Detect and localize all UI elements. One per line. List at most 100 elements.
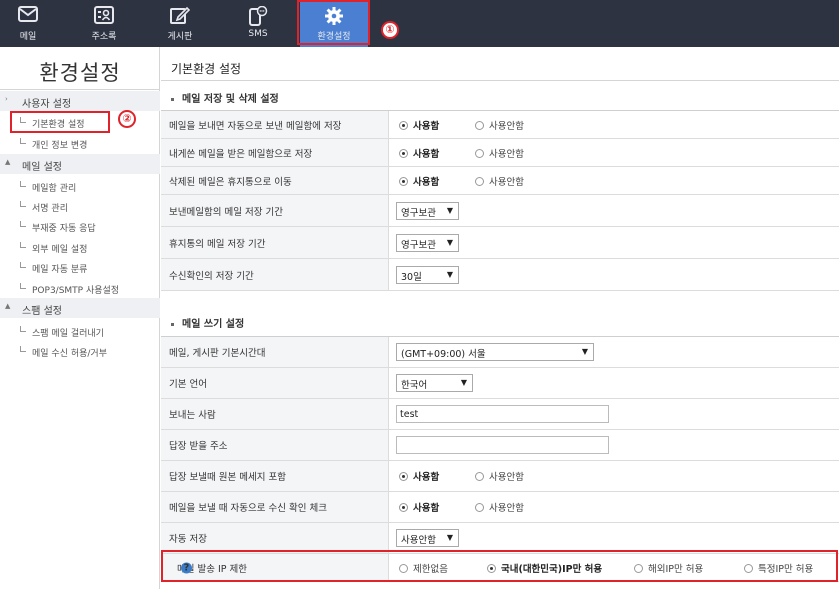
setting-label: 내게쓴 메일을 받은 메일함으로 저장 xyxy=(169,148,313,160)
sidebar-item-label: 기본환경 설정 xyxy=(32,120,85,130)
setting-row: 메일을 보낼 때 자동으로 수신 확인 체크 사용함 사용안함 xyxy=(161,492,839,523)
radio-not-use[interactable]: 사용안함 xyxy=(475,469,524,483)
sidebar-item-label: 부재중 자동 응답 xyxy=(32,224,96,234)
sidebar-item-signature[interactable]: 서명 관리 xyxy=(20,198,158,216)
radio-use[interactable]: 사용함 xyxy=(399,469,439,483)
radio-specific-ip[interactable]: 특정IP만 허용 xyxy=(744,561,813,575)
sidebar-item-label: 개인 정보 변경 xyxy=(32,141,88,151)
radio-use[interactable]: 사용함 xyxy=(399,146,439,160)
nav-mail[interactable]: 메일 xyxy=(0,0,56,47)
setting-row: 답장 받을 주소 xyxy=(161,430,839,461)
sidebar-item-spam-filter[interactable]: 스팸 메일 걸러내기 xyxy=(20,323,158,341)
sidebar-item-label: POP3/SMTP 사용설정 xyxy=(32,286,120,296)
sidebar-item-external-mail[interactable]: 외부 메일 설정 xyxy=(20,239,158,257)
radio-unchecked-icon xyxy=(475,176,484,186)
radio-unchecked-icon xyxy=(475,503,484,512)
radio-label: 사용안함 xyxy=(489,472,524,483)
bullet-icon xyxy=(171,322,174,326)
setting-row: 수신확인의 저장 기간 30일 ▼ xyxy=(161,259,839,291)
radio-not-use[interactable]: 사용안함 xyxy=(475,146,524,160)
nav-board[interactable]: 게시판 xyxy=(152,0,208,47)
tree-line-icon xyxy=(20,346,26,352)
radio-no-limit[interactable]: 제한없음 xyxy=(399,561,448,575)
help-icon[interactable]: ? xyxy=(181,562,192,573)
sidebar-item-personal-info[interactable]: 개인 정보 변경 xyxy=(20,135,158,153)
setting-label-cell: 메일 발송 IP 제한? xyxy=(161,554,389,581)
nav-mail-label: 메일 xyxy=(19,32,37,42)
caret-down-icon: ▼ xyxy=(446,205,453,215)
nav-settings[interactable]: 환경설정 xyxy=(300,0,368,47)
setting-row: 자동 저장 사용안함 ▼ xyxy=(161,523,839,554)
timezone-select[interactable]: (GMT+09:00) 서울 ▼ xyxy=(396,343,594,361)
setting-label: 기본 언어 xyxy=(169,379,207,390)
select-value: (GMT+09:00) 서울 xyxy=(401,349,486,360)
edit-board-icon xyxy=(170,6,190,24)
select-value: 영구보관 xyxy=(401,207,436,219)
sidebar-item-auto-sort[interactable]: 메일 자동 분류 xyxy=(20,259,158,277)
language-select[interactable]: 한국어 ▼ xyxy=(396,374,473,392)
radio-not-use[interactable]: 사용안함 xyxy=(475,118,524,132)
radio-label: 사용안함 xyxy=(489,120,524,132)
radio-overseas-ip[interactable]: 해외IP만 허용 xyxy=(634,561,703,575)
sidebar-item-label: 메일함 관리 xyxy=(32,184,77,194)
radio-unchecked-icon xyxy=(475,148,484,158)
bullet-icon xyxy=(171,97,174,101)
setting-label: 보낸메일함의 메일 저장 기간 xyxy=(169,206,283,218)
select-value: 한국어 xyxy=(401,380,428,391)
radio-label: 사용안함 xyxy=(489,503,524,514)
radio-label: 제한없음 xyxy=(413,563,448,575)
setting-label-cell: 보내는 사람 xyxy=(161,399,389,429)
setting-label: 답장 보낼때 원본 메세지 포함 xyxy=(169,472,286,483)
setting-label-cell: 메일을 보내면 자동으로 보낸 메일함에 저장 xyxy=(161,111,389,138)
radio-not-use[interactable]: 사용안함 xyxy=(475,174,524,188)
page-title: 기본환경 설정 xyxy=(171,62,242,76)
sidebar-group-spam[interactable]: ▲ 스팸 설정 xyxy=(0,298,160,318)
radio-checked-icon xyxy=(399,472,408,481)
setting-row: 메일, 게시판 기본시간대 (GMT+09:00) 서울 ▼ xyxy=(161,337,839,368)
radio-label: 사용함 xyxy=(413,120,440,132)
sidebar-group-label: 메일 설정 xyxy=(22,162,62,173)
setting-row: 보낸메일함의 메일 저장 기간 영구보관 ▼ xyxy=(161,195,839,227)
setting-row: 내게쓴 메일을 받은 메일함으로 저장 사용함 사용안함 xyxy=(161,139,839,167)
nav-address-book[interactable]: 주소록 xyxy=(76,0,132,47)
radio-use[interactable]: 사용함 xyxy=(399,174,439,188)
radio-label: 사용안함 xyxy=(489,148,524,160)
sent-retention-select[interactable]: 영구보관 ▼ xyxy=(396,201,459,220)
setting-label: 보내는 사람 xyxy=(169,410,216,421)
select-value: 30일 xyxy=(401,271,422,283)
radio-domestic-ip[interactable]: 국내(대한민국)IP만 허용 xyxy=(487,561,602,575)
sidebar-group-user[interactable]: › 사용자 설정 xyxy=(0,91,160,111)
setting-label: 자동 저장 xyxy=(169,534,207,545)
sidebar-item-allow-block[interactable]: 메일 수신 허용/거부 xyxy=(20,343,158,361)
reply-to-input[interactable] xyxy=(396,436,609,454)
trash-retention-select[interactable]: 영구보관 ▼ xyxy=(396,233,459,252)
nav-address-book-label: 주소록 xyxy=(91,32,117,42)
setting-label: 메일을 보낼 때 자동으로 수신 확인 체크 xyxy=(169,503,327,514)
sidebar-group-mail[interactable]: ▲ 메일 설정 xyxy=(0,154,160,174)
radio-use[interactable]: 사용함 xyxy=(399,118,439,132)
receipt-retention-select[interactable]: 30일 ▼ xyxy=(396,265,459,284)
nav-sms-label: SMS xyxy=(248,29,268,39)
setting-label: 메일, 게시판 기본시간대 xyxy=(169,348,266,359)
radio-unchecked-icon xyxy=(744,563,753,573)
auto-save-select[interactable]: 사용안함 ▼ xyxy=(396,529,459,547)
nav-sms[interactable]: SMS xyxy=(230,0,286,47)
sidebar: 환경설정 › 사용자 설정 기본환경 설정 개인 정보 변경 ▲ 메일 설정 메… xyxy=(0,47,160,589)
top-navigation: 메일 주소록 게시판 SMS 환경설정 xyxy=(0,0,839,47)
caret-up-icon: ▲ xyxy=(5,302,11,310)
sidebar-item-label: 스팸 메일 걸러내기 xyxy=(32,329,104,339)
tree-line-icon xyxy=(20,262,26,268)
setting-row: 보내는 사람 xyxy=(161,399,839,430)
setting-label-cell: 수신확인의 저장 기간 xyxy=(161,259,389,290)
sidebar-item-auto-reply[interactable]: 부재중 자동 응답 xyxy=(20,218,158,236)
radio-label: 사용함 xyxy=(413,176,440,188)
setting-label: 휴지통의 메일 저장 기간 xyxy=(169,238,266,250)
radio-use[interactable]: 사용함 xyxy=(399,500,439,514)
nav-board-label: 게시판 xyxy=(167,32,193,42)
sidebar-item-mailbox[interactable]: 메일함 관리 xyxy=(20,178,158,196)
sender-name-input[interactable] xyxy=(396,405,609,423)
radio-not-use[interactable]: 사용안함 xyxy=(475,500,524,514)
setting-label: 삭제된 메일은 휴지통으로 이동 xyxy=(169,176,292,188)
sidebar-item-basic-settings[interactable]: 기본환경 설정 xyxy=(20,114,158,132)
sidebar-item-pop3-smtp[interactable]: POP3/SMTP 사용설정 xyxy=(20,280,158,298)
